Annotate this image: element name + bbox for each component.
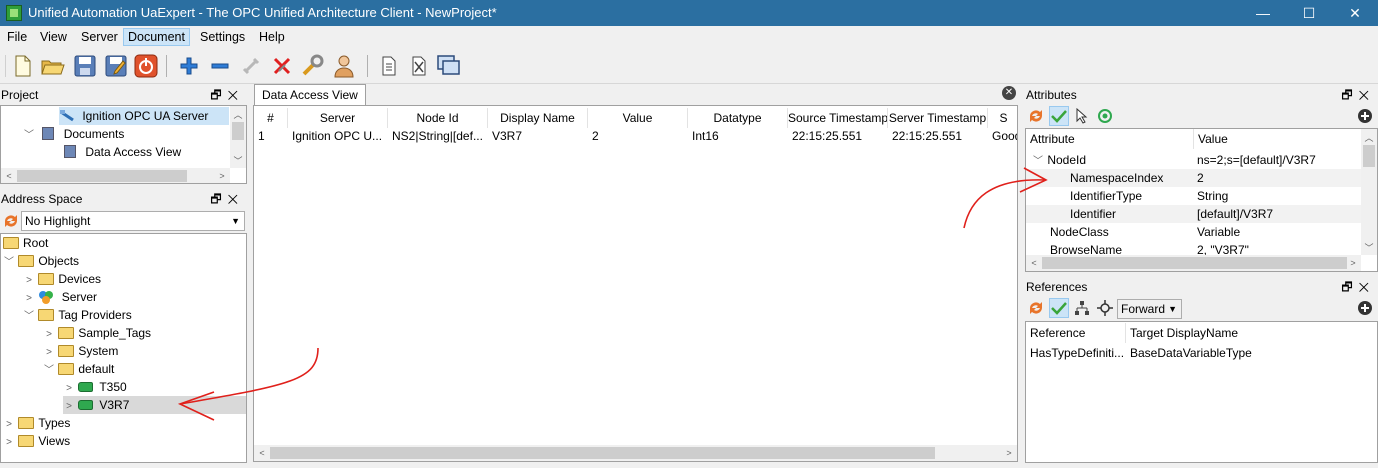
annotation-arrows <box>177 167 1048 421</box>
annotation-arrow-attributes <box>963 179 1046 229</box>
annotation-arrow-address-space <box>179 347 319 405</box>
annotation-arrowhead-address-space <box>177 391 215 421</box>
